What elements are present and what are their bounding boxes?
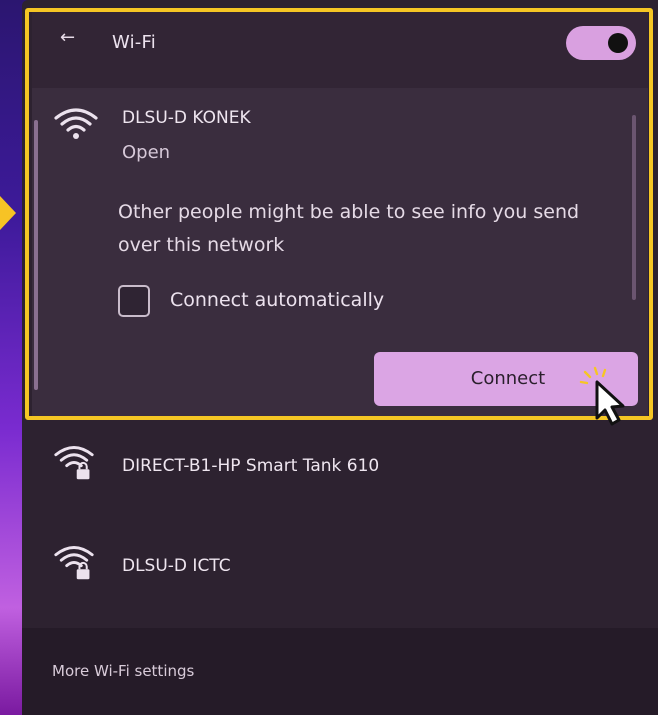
auto-connect-label[interactable]: Connect automatically	[170, 289, 384, 311]
page-title: Wi-Fi	[112, 32, 156, 53]
back-arrow-icon[interactable]: ←	[60, 28, 80, 48]
secured-wifi-icon	[54, 546, 94, 580]
wifi-signal-icon	[54, 108, 98, 139]
mouse-cursor-icon	[579, 366, 625, 426]
network-name: DLSU-D KONEK	[122, 108, 251, 128]
network-list-item[interactable]: DLSU-D ICTC	[32, 520, 648, 620]
network-status: Open	[122, 142, 171, 163]
scrollbar[interactable]	[632, 115, 636, 300]
network-name: DLSU-D ICTC	[122, 556, 231, 576]
wifi-toggle[interactable]	[566, 26, 636, 60]
flyout-footer: More Wi-Fi settings	[22, 628, 658, 715]
auto-connect-checkbox[interactable]	[118, 285, 150, 317]
wifi-flyout-panel: ← Wi-Fi DLSU-D KONEK Open Other people m…	[22, 0, 658, 715]
network-list-item[interactable]: DIRECT-B1-HP Smart Tank 610	[32, 420, 648, 520]
network-name: DIRECT-B1-HP Smart Tank 610	[122, 456, 380, 476]
toggle-knob	[608, 33, 628, 53]
connect-button-label: Connect	[470, 368, 546, 389]
security-warning: Other people might be able to see info y…	[118, 201, 580, 256]
selection-indicator	[34, 120, 38, 390]
secured-wifi-icon	[54, 446, 94, 480]
pointer-arrow-icon	[0, 196, 16, 230]
more-wifi-settings-link[interactable]: More Wi-Fi settings	[52, 662, 194, 680]
